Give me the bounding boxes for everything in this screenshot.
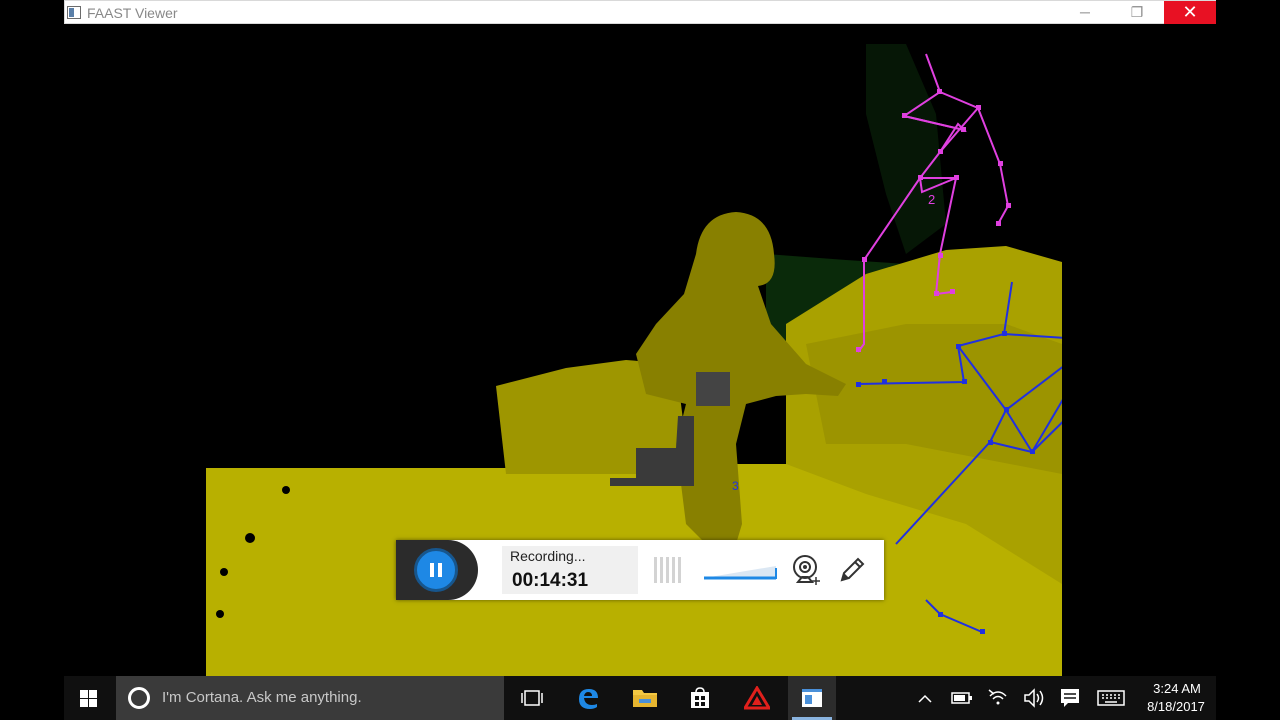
volume-icon[interactable] [1022, 676, 1046, 720]
recording-timer: 00:14:31 [512, 570, 589, 591]
skeleton-2-id-label: 2 [928, 192, 936, 207]
recorder-control-panel [396, 540, 478, 600]
start-button[interactable] [64, 676, 112, 720]
clock-time[interactable]: 3:24 AM [1142, 681, 1212, 696]
edge-icon[interactable] [564, 676, 612, 720]
recording-status: Recording... [510, 548, 586, 564]
touch-keyboard-icon[interactable] [1096, 676, 1126, 720]
maximize-button[interactable]: ❐ [1111, 1, 1163, 24]
show-hidden-icons-button[interactable] [914, 676, 936, 720]
cortana-search-box[interactable]: I'm Cortana. Ask me anything. [116, 676, 504, 720]
volume-slider[interactable] [702, 562, 778, 582]
skeleton-3-id-label: 3 [732, 479, 739, 493]
title-bar[interactable]: FAAST Viewer ─ ❐ ✕ [64, 0, 1216, 24]
pause-recording-button[interactable] [414, 548, 458, 592]
app-red-triangle-icon[interactable] [732, 676, 780, 720]
file-explorer-icon[interactable] [620, 676, 668, 720]
app-icon [67, 6, 81, 19]
desktop: FAAST Viewer ─ ❐ ✕ 2 3 Recording... 00:1… [0, 0, 1280, 720]
task-view-icon[interactable] [508, 676, 556, 720]
pause-bars-icon[interactable] [654, 557, 682, 583]
recording-info: Recording... 00:14:31 [502, 546, 638, 594]
webcam-icon[interactable] [792, 554, 822, 586]
action-center-icon[interactable] [1058, 676, 1082, 720]
minimize-button[interactable]: ─ [1059, 1, 1111, 24]
network-icon[interactable] [986, 676, 1010, 720]
cortana-icon [128, 687, 150, 709]
clock-date[interactable]: 8/18/2017 [1138, 699, 1214, 714]
screen-recorder-bar: Recording... 00:14:31 [396, 540, 884, 600]
pen-icon[interactable] [836, 554, 868, 586]
store-icon[interactable] [676, 676, 724, 720]
faast-viewer-taskbar-icon[interactable] [788, 676, 836, 720]
window-title: FAAST Viewer [87, 5, 178, 21]
search-placeholder: I'm Cortana. Ask me anything. [162, 689, 362, 706]
taskbar: I'm Cortana. Ask me anything. 3:24 AM 8/… [64, 676, 1216, 720]
close-button[interactable]: ✕ [1164, 1, 1216, 24]
battery-icon[interactable] [950, 676, 974, 720]
